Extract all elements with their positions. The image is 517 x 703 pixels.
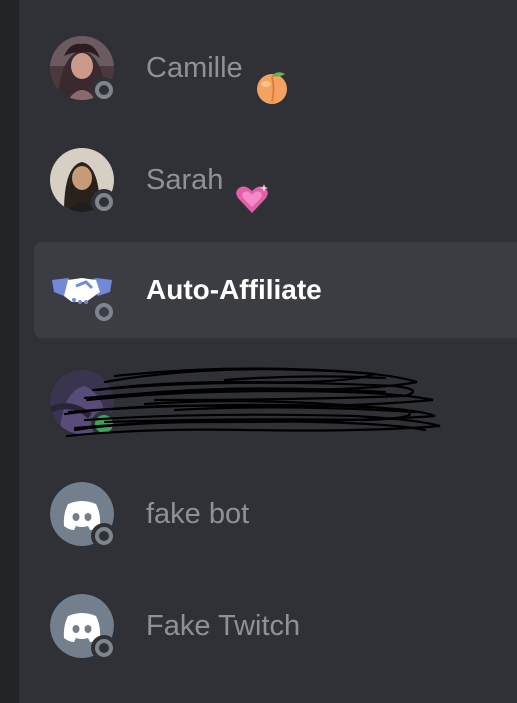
member-name: fake bot bbox=[146, 497, 250, 530]
member-item-fake-twitch[interactable]: Fake Twitch bbox=[34, 578, 517, 674]
redaction-scribble bbox=[63, 367, 441, 438]
member-list: Camille Sarah Auto-Affiliate fake bot Fa… bbox=[19, 0, 517, 703]
offline-status-icon bbox=[91, 299, 117, 325]
member-name: Sarah bbox=[146, 132, 271, 228]
member-item-fake-bot[interactable]: fake bot bbox=[34, 466, 517, 562]
member-item-auto-affiliate[interactable]: Auto-Affiliate bbox=[34, 242, 517, 338]
offline-status-icon bbox=[91, 635, 117, 661]
left-rail bbox=[0, 0, 19, 703]
offline-status-icon bbox=[91, 189, 117, 215]
member-item-sarah[interactable]: Sarah bbox=[34, 132, 517, 228]
member-name: Auto-Affiliate bbox=[146, 274, 322, 305]
member-name: Camille bbox=[146, 20, 291, 116]
member-item-camille[interactable]: Camille bbox=[34, 20, 517, 116]
peach-emoji bbox=[253, 49, 291, 104]
offline-status-icon bbox=[91, 77, 117, 103]
member-name: Fake Twitch bbox=[146, 609, 301, 642]
offline-status-icon bbox=[91, 523, 117, 549]
sparkling-heart-emoji bbox=[233, 161, 271, 213]
